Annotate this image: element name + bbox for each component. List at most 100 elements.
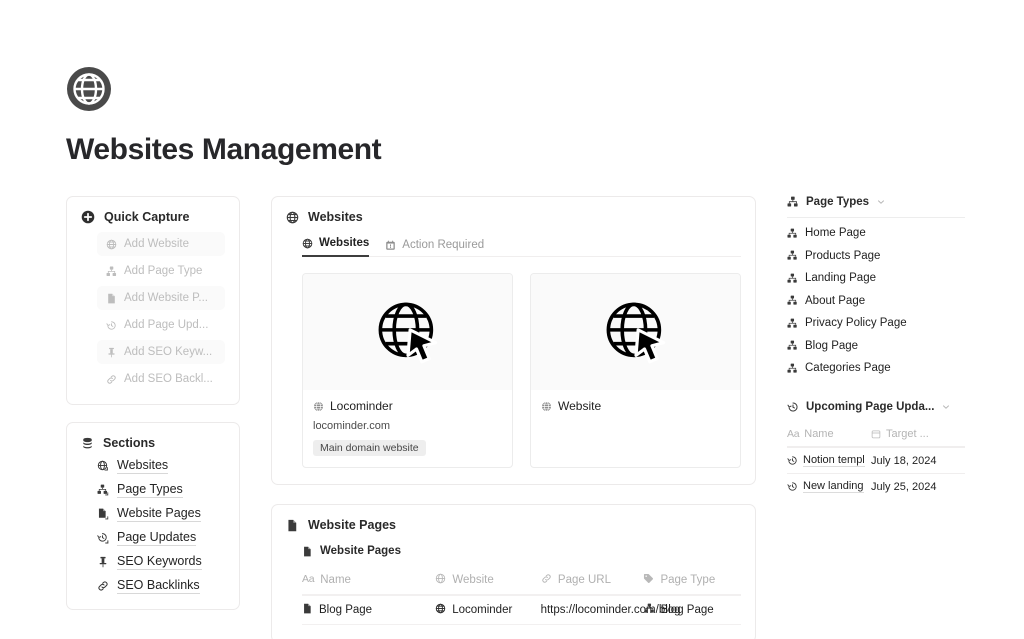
sidebar-item-label: SEO Backlinks: [117, 578, 200, 594]
globe-icon: [435, 603, 446, 614]
page-type-item[interactable]: Products Page: [787, 250, 965, 262]
column-header-page-url[interactable]: Page URL: [541, 568, 644, 594]
document-icon: [286, 519, 299, 532]
page-type-label: Landing Page: [805, 272, 876, 284]
document-icon: [302, 546, 313, 557]
website-card-title-row: Website: [541, 399, 730, 413]
tab-action-required[interactable]: Action Required: [385, 239, 484, 257]
clock-history-icon: [787, 455, 798, 466]
page-type-label: Blog Page: [805, 339, 859, 352]
website-card-title: Website: [558, 399, 602, 413]
sections-list: Websites Page Types Website Pages Page U…: [81, 458, 225, 594]
sidebar-item-page-types[interactable]: Page Types: [97, 482, 225, 498]
column-header-target-date[interactable]: Target ...: [871, 422, 965, 446]
tab-label: Websites: [319, 237, 370, 249]
page-type-label: Privacy Policy Page: [805, 317, 907, 329]
website-card[interactable]: Website: [530, 273, 741, 468]
page-types-list: Home Page Products Page Landing Page Abo…: [787, 227, 965, 374]
websites-panel-title: Websites: [308, 210, 363, 224]
clock-history-link-icon: [97, 532, 109, 544]
sidebar-item-seo-backlinks[interactable]: SEO Backlinks: [97, 578, 225, 594]
page-type-item[interactable]: About Page: [787, 295, 965, 307]
link-icon: [97, 580, 109, 592]
table-row[interactable]: Blog Page Locominder https://locominder.…: [302, 594, 741, 625]
website-pages-subtitle-row[interactable]: Website Pages: [302, 545, 741, 557]
websites-panel-header: Websites: [286, 210, 741, 224]
websites-tabs: Websites Action Required: [302, 236, 741, 257]
websites-gallery: Locominder locominder.com Main domain we…: [302, 273, 741, 468]
website-card-title-row: Locominder: [313, 399, 502, 413]
website-pages-title: Website Pages: [308, 518, 397, 532]
upcoming-updates-table: Aa Name Target ... Notion templ July 18,…: [787, 422, 965, 499]
cell-target-date: July 25, 2024: [871, 480, 937, 493]
sidebar-item-website-pages[interactable]: Website Pages: [97, 506, 225, 522]
page-header: Websites Management: [0, 0, 1024, 167]
table-row-empty: [302, 624, 741, 639]
column-header-name[interactable]: Aa Name: [302, 568, 435, 594]
sitemap-icon: [787, 250, 798, 261]
add-page-update-button[interactable]: Add Page Upd...: [97, 313, 225, 337]
clock-history-icon: [787, 401, 799, 413]
sitemap-icon: [644, 603, 655, 614]
globe-cursor-icon: [374, 298, 442, 366]
cell-page-type: Blog Page: [644, 596, 741, 625]
globe-icon: [302, 238, 313, 249]
page-type-item[interactable]: Blog Page: [787, 340, 965, 352]
sections-title: Sections: [103, 436, 156, 450]
page-type-item[interactable]: Home Page: [787, 227, 965, 239]
page-types-header[interactable]: Page Types: [787, 196, 965, 217]
column-header-website[interactable]: Website: [435, 568, 541, 594]
update-name: New landing: [803, 480, 864, 493]
page-title: Websites Management: [66, 133, 382, 166]
aa-icon: Aa: [302, 573, 315, 585]
sidebar-item-websites[interactable]: Websites: [97, 458, 225, 474]
add-seo-backlink-button[interactable]: Add SEO Backl...: [97, 367, 225, 391]
page-type-item[interactable]: Categories Page: [787, 362, 965, 374]
page-type-item[interactable]: Landing Page: [787, 272, 965, 284]
cell-name: New landing: [787, 474, 871, 499]
website-card-image: [303, 274, 512, 390]
website-card[interactable]: Locominder locominder.com Main domain we…: [302, 273, 513, 468]
table-row[interactable]: Notion templ July 18, 2024: [787, 447, 965, 473]
column-header-name[interactable]: Aa Name: [787, 422, 871, 446]
quick-capture-header: Quick Capture: [81, 210, 225, 224]
quick-capture-item-label: Add SEO Backl...: [124, 373, 213, 385]
tab-websites[interactable]: Websites: [302, 237, 370, 257]
sidebar-item-label: Page Updates: [117, 530, 197, 546]
quick-capture-item-label: Add Page Type: [124, 265, 203, 277]
page-type-item[interactable]: Privacy Policy Page: [787, 317, 965, 329]
website-pages-table: Aa Name Website Page URL Page Type Blog …: [302, 568, 741, 639]
document-icon: [106, 293, 117, 304]
page-type-label: Products Page: [805, 249, 881, 262]
add-page-type-button[interactable]: Add Page Type: [97, 259, 225, 283]
sections-panel: Sections Websites Page Types Website Pag…: [66, 422, 240, 610]
sitemap-icon: [787, 363, 798, 374]
quick-capture-item-label: Add SEO Keyw...: [124, 346, 213, 358]
column-header-page-type[interactable]: Page Type: [643, 568, 741, 594]
upcoming-updates-header[interactable]: Upcoming Page Upda...: [787, 401, 965, 422]
globe-icon: [286, 211, 299, 224]
aa-icon: Aa: [787, 428, 800, 440]
sidebar-item-page-updates[interactable]: Page Updates: [97, 530, 225, 546]
sitemap-icon: [787, 318, 798, 329]
sidebar-item-seo-keywords[interactable]: SEO Keywords: [97, 554, 225, 570]
globe-icon: [435, 573, 446, 584]
quick-capture-panel: Quick Capture Add Website Add Page Type …: [66, 196, 240, 405]
globe-icon: [66, 66, 112, 112]
middle-column: Websites Websites Action Required Locomi…: [271, 196, 756, 639]
website-card-image: [531, 274, 740, 390]
website-card-body: Locominder locominder.com Main domain we…: [303, 390, 512, 467]
add-website-button[interactable]: Add Website: [97, 232, 225, 256]
add-seo-keyword-button[interactable]: Add SEO Keyw...: [97, 340, 225, 364]
chevron-down-icon[interactable]: [876, 197, 886, 207]
table-row[interactable]: New landing July 25, 2024: [787, 473, 965, 499]
sitemap-icon: [787, 340, 798, 351]
cell-name: Blog Page: [302, 596, 435, 625]
sidebar-item-label: Page Types: [117, 482, 183, 498]
add-website-page-button[interactable]: Add Website P...: [97, 286, 225, 310]
cell-name: Notion templ: [787, 448, 871, 473]
chevron-down-icon[interactable]: [941, 402, 951, 412]
website-card-body: Website: [531, 390, 740, 448]
page-type-label: Categories Page: [805, 362, 891, 374]
website-pages-panel: Website Pages Website Pages Aa Name Webs…: [271, 504, 756, 639]
